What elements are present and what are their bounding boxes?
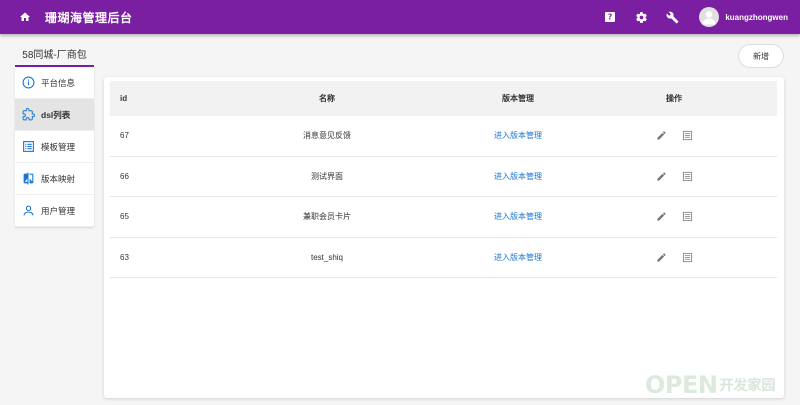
- dsl-table: id 名称 版本管理 操作 67 消息意见反馈 进入版本管理 66 测试界面 进…: [110, 81, 777, 278]
- compare-icon: [21, 172, 35, 186]
- column-header-version: 版本管理: [502, 94, 534, 103]
- version-management-link[interactable]: 进入版本管理: [494, 172, 542, 181]
- row-name: 兼职会员卡片: [303, 212, 351, 222]
- main-panel: id 名称 版本管理 操作 67 消息意见反馈 进入版本管理 66 测试界面 进…: [104, 77, 784, 398]
- sidebar-item-label: 用户管理: [41, 205, 76, 216]
- svg-text:?: ?: [608, 13, 612, 22]
- wrench-icon[interactable]: [664, 9, 680, 25]
- header-actions: ? kuangzhongwen: [602, 0, 788, 34]
- table-row: 65 兼职会员卡片 进入版本管理: [110, 197, 777, 238]
- details-icon[interactable]: [681, 130, 693, 142]
- sidebar-item-dsl-list[interactable]: dsl列表: [15, 99, 94, 131]
- column-header-ops: 操作: [666, 94, 682, 103]
- table-row: 63 test_shiq 进入版本管理: [110, 238, 777, 278]
- sidebar-item-label: 平台信息: [41, 77, 76, 88]
- row-id: 66: [120, 171, 129, 181]
- sidebar-item-version-mapping[interactable]: 版本映射: [15, 163, 94, 195]
- watermark-brand: OPEN: [645, 371, 718, 399]
- column-header-id: id: [120, 94, 128, 103]
- version-management-link[interactable]: 进入版本管理: [494, 131, 542, 140]
- sidebar-title: 58同城-厂商包: [15, 42, 94, 67]
- sidebar-item-platform-info[interactable]: 平台信息: [15, 67, 94, 99]
- row-id: 67: [120, 131, 129, 141]
- version-management-link[interactable]: 进入版本管理: [494, 212, 542, 221]
- row-name: 测试界面: [311, 171, 343, 181]
- app-header: 珊瑚海管理后台 ? kuangzhongwen: [0, 0, 800, 34]
- edit-icon[interactable]: [655, 251, 667, 263]
- row-name: 消息意见反馈: [303, 131, 351, 141]
- add-button[interactable]: 新增: [738, 44, 784, 68]
- row-id: 63: [120, 252, 129, 262]
- edit-icon[interactable]: [655, 211, 667, 223]
- sidebar: 平台信息 dsl列表 模板管理 版本映射 用户管理: [15, 67, 94, 227]
- sidebar-item-template-management[interactable]: 模板管理: [15, 131, 94, 163]
- table-row: 67 消息意见反馈 进入版本管理: [110, 116, 777, 157]
- version-management-link[interactable]: 进入版本管理: [494, 253, 542, 262]
- details-icon[interactable]: [681, 211, 693, 223]
- sidebar-item-user-management[interactable]: 用户管理: [15, 195, 94, 227]
- edit-icon[interactable]: [655, 130, 667, 142]
- table-header: id 名称 版本管理 操作: [110, 81, 777, 116]
- row-id: 65: [120, 212, 129, 222]
- table-row: 66 测试界面 进入版本管理: [110, 157, 777, 197]
- details-icon[interactable]: [681, 251, 693, 263]
- username[interactable]: kuangzhongwen: [725, 13, 788, 22]
- edit-icon[interactable]: [655, 170, 667, 182]
- app-title: 珊瑚海管理后台: [45, 10, 133, 25]
- watermark: OPEN 开发家园: [645, 370, 795, 400]
- help-icon[interactable]: ?: [602, 9, 618, 25]
- home-icon[interactable]: [18, 10, 32, 24]
- avatar[interactable]: [699, 7, 720, 27]
- watermark-text: 开发家园: [719, 378, 776, 394]
- list-icon: [21, 140, 35, 154]
- row-name: test_shiq: [310, 252, 344, 262]
- column-header-name: 名称: [319, 94, 335, 103]
- puzzle-icon: [21, 108, 35, 122]
- sidebar-item-label: 模板管理: [41, 141, 76, 152]
- sidebar-item-label: 版本映射: [41, 173, 76, 184]
- details-icon[interactable]: [681, 170, 693, 182]
- info-icon: [21, 76, 35, 90]
- person-icon: [21, 204, 35, 218]
- sidebar-item-label: dsl列表: [41, 109, 71, 120]
- gear-icon[interactable]: [633, 9, 649, 25]
